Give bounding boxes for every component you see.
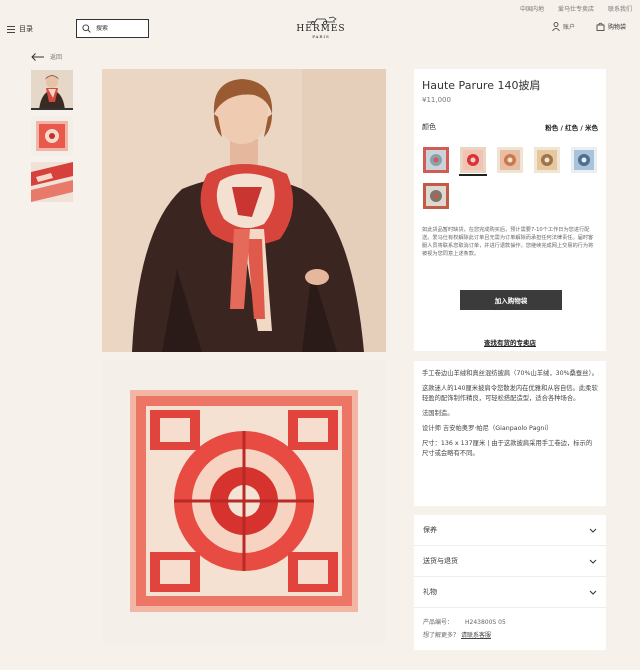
menu-button[interactable]: 目录 — [7, 24, 33, 34]
back-link[interactable]: 返回 — [31, 52, 62, 61]
product-code: H243800S 05 — [465, 619, 506, 626]
chevron-down-icon — [589, 559, 597, 564]
arrow-left-icon — [31, 52, 44, 61]
details-panel: 保养 送货与退货 礼物 产品编号： H243800S 05 想了解更多？ 请联系客… — [414, 515, 606, 650]
color-swatches — [422, 146, 602, 212]
account-button[interactable]: 账户 — [552, 22, 575, 31]
color-swatch-gold-tan[interactable] — [533, 146, 561, 176]
stock-notice: 如此货品暂时缺货，在您完成购买后，预计需要7-10个工作日为您进行配送。爱马仕有… — [422, 227, 594, 257]
more-label: 想了解更多？ — [423, 632, 460, 639]
contact-link[interactable]: 请联系客服 — [461, 632, 491, 639]
color-swatch-grey-neutral[interactable] — [422, 182, 450, 212]
chevron-down-icon — [589, 590, 597, 595]
search-input[interactable] — [96, 25, 146, 32]
menu-label: 目录 — [19, 25, 33, 33]
cart-label: 购物袋 — [608, 24, 627, 31]
color-value: 粉色 / 红色 / 米色 — [545, 124, 598, 132]
color-swatch-grey-blue[interactable] — [422, 146, 450, 176]
color-label: 颜色 — [422, 123, 436, 131]
brand-logo[interactable]: HERMES PARIS — [290, 16, 352, 39]
product-meta: 产品编号： H243800S 05 想了解更多？ 请联系客服 — [414, 608, 606, 642]
hamburger-icon — [7, 25, 15, 33]
bag-icon — [596, 22, 605, 31]
add-to-cart-button[interactable]: 加入购物袋 — [460, 290, 562, 310]
account-label: 账户 — [563, 24, 576, 31]
color-swatch-blue[interactable] — [570, 146, 598, 176]
chevron-down-icon — [589, 528, 597, 533]
description-size: 尺寸：136 x 137厘米 | 由于这款披肩采用手工卷边，标示的尺寸或会略有不… — [422, 440, 593, 457]
contact-row: 想了解更多？ 请联系客服 — [423, 629, 597, 642]
accordion-delivery[interactable]: 送货与退货 — [414, 546, 606, 577]
description-panel: 手工卷边山羊绒和真丝混纺披肩（70%山羊绒，30%桑蚕丝）。 这款迷人的140厘… — [414, 361, 606, 506]
color-swatch-pink-red-beige[interactable] — [459, 146, 487, 176]
user-icon — [552, 22, 560, 31]
accordion-gift[interactable]: 礼物 — [414, 577, 606, 608]
logo-text: HERMES — [296, 24, 346, 34]
color-swatch-orange-beige[interactable] — [496, 146, 524, 176]
thumbnail-scarf-flat[interactable] — [31, 116, 73, 156]
product-code-label: 产品编号： — [423, 619, 454, 626]
region-link[interactable]: 中国内地 — [520, 4, 544, 13]
accordion-label: 保养 — [423, 526, 437, 534]
contact-link[interactable]: 联系我们 — [608, 4, 632, 13]
find-store-link[interactable]: 查找有货的专卖店 — [414, 337, 606, 347]
purchase-panel: Haute Parure 140披肩 ¥11,000 颜色 粉色 / 红色 / … — [414, 69, 606, 351]
description-origin: 法国制造。 — [422, 410, 454, 417]
search-icon — [82, 24, 91, 33]
accordion-label: 礼物 — [423, 588, 437, 596]
description-material: 手工卷边山羊绒和真丝混纺披肩（70%山羊绒，30%桑蚕丝）。 — [422, 370, 598, 377]
product-code-row: 产品编号： H243800S 05 — [423, 616, 597, 629]
accordion-label: 送货与退货 — [423, 557, 458, 565]
product-image-scarf[interactable] — [102, 360, 386, 643]
logo-subtext: PARIS — [312, 34, 330, 39]
site-header: 目录 HERMES PARIS 账户 购物袋 — [0, 16, 640, 46]
color-row: 颜色 粉色 / 红色 / 米色 — [422, 122, 598, 132]
description-designer: 设计师 吉安帕奥罗·帕尼（Gianpaolo Pagni） — [422, 425, 553, 432]
thumbnail-model[interactable] — [31, 70, 73, 110]
cart-button[interactable]: 购物袋 — [596, 22, 626, 31]
store-link[interactable]: 爱马仕专卖店 — [558, 4, 594, 13]
search-box[interactable] — [76, 19, 149, 38]
product-price: ¥11,000 — [422, 96, 451, 104]
back-label: 返回 — [50, 54, 63, 61]
accordion-care[interactable]: 保养 — [414, 515, 606, 546]
product-title: Haute Parure 140披肩 — [422, 79, 541, 92]
description-text: 这款迷人的140厘米披肩令您散发内在优雅和从容自信。此柔软轻盈的配饰制作精良，可… — [422, 385, 598, 402]
utility-bar: 中国内地 爱马仕专卖店 联系我们 — [520, 4, 632, 13]
thumbnail-scarf-detail[interactable] — [31, 162, 73, 202]
product-image-model[interactable] — [102, 69, 386, 352]
